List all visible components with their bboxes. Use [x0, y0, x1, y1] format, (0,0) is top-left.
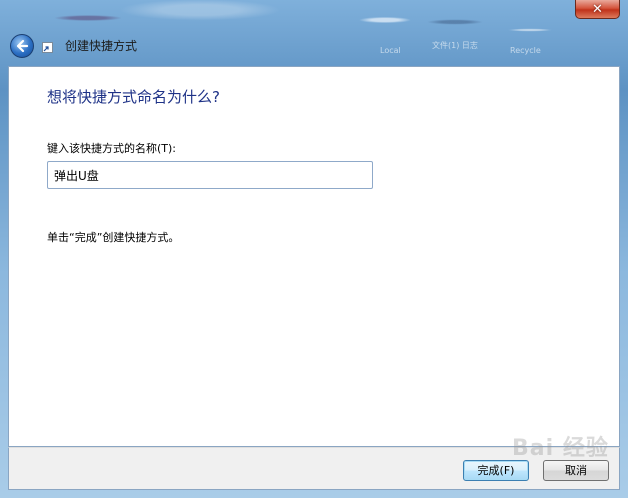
- window-frame: Local 文件(1) 日志 Recycle ✕ 创建快捷方式 想将快捷方式命名…: [0, 0, 628, 498]
- background-ghost-text: Local: [380, 46, 401, 55]
- finish-hint-text: 单击“完成”创建快捷方式。: [47, 231, 180, 244]
- background-ghost-text: Recycle: [510, 46, 541, 55]
- back-arrow-icon: [16, 39, 29, 53]
- desktop-glass-background: [0, 0, 628, 66]
- close-button[interactable]: ✕: [575, 0, 620, 19]
- dialog-heading: 想将快捷方式命名为什么?: [47, 88, 220, 106]
- close-icon: ✕: [592, 1, 603, 17]
- window-title: 创建快捷方式: [65, 39, 138, 53]
- shortcut-icon: [42, 42, 53, 53]
- watermark-logo: Bai 经验: [512, 436, 609, 461]
- back-button[interactable]: [10, 34, 34, 58]
- dialog-content: 想将快捷方式命名为什么? 键入该快捷方式的名称(T): 单击“完成”创建快捷方式…: [8, 66, 620, 447]
- cancel-button[interactable]: 取消: [543, 460, 609, 481]
- shortcut-name-label: 键入该快捷方式的名称(T):: [47, 142, 177, 155]
- background-ghost-text: 文件(1) 日志: [432, 41, 478, 50]
- shortcut-name-input[interactable]: [47, 161, 373, 189]
- finish-button[interactable]: 完成(F): [463, 460, 529, 481]
